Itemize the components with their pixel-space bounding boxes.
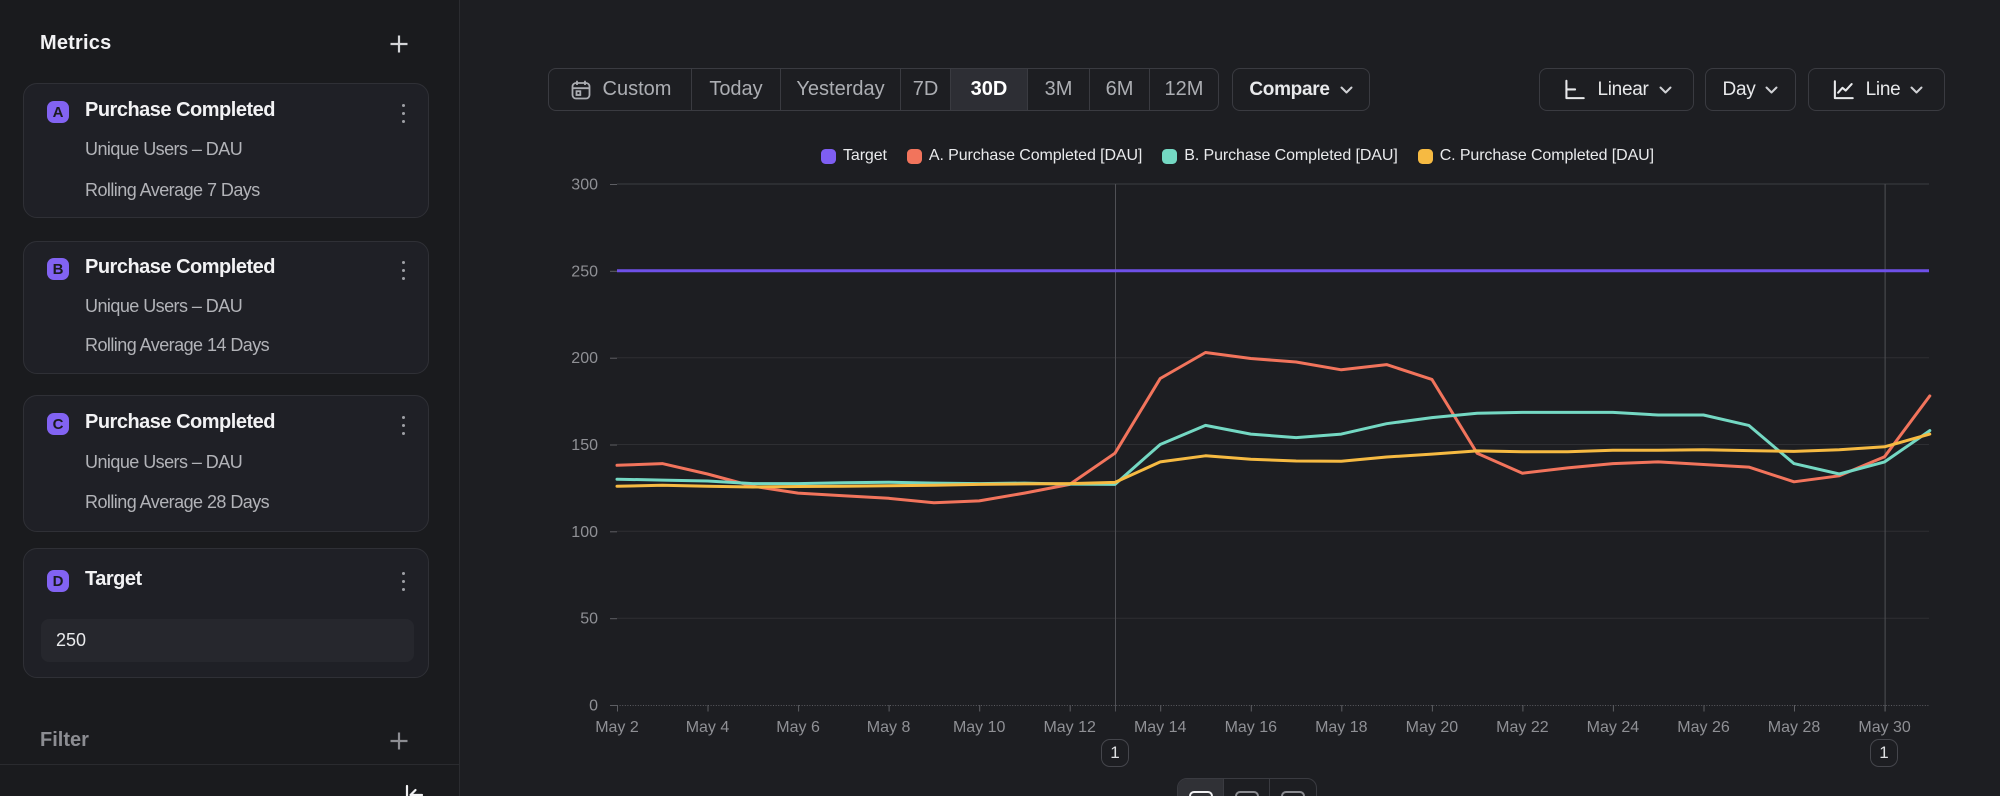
svg-text:100: 100 <box>571 524 598 541</box>
svg-text:May 8: May 8 <box>867 719 911 736</box>
svg-text:May 2: May 2 <box>595 719 639 736</box>
svg-text:May 20: May 20 <box>1406 719 1459 736</box>
svg-text:May 16: May 16 <box>1225 719 1278 736</box>
svg-text:May 30: May 30 <box>1858 719 1911 736</box>
svg-text:200: 200 <box>571 350 598 367</box>
svg-text:50: 50 <box>580 611 598 628</box>
svg-text:May 28: May 28 <box>1768 719 1821 736</box>
svg-text:May 12: May 12 <box>1043 719 1096 736</box>
svg-text:250: 250 <box>571 263 598 280</box>
svg-text:May 18: May 18 <box>1315 719 1368 736</box>
svg-text:300: 300 <box>571 177 598 194</box>
svg-text:May 24: May 24 <box>1587 719 1640 736</box>
svg-text:May 4: May 4 <box>686 719 730 736</box>
svg-text:0: 0 <box>589 698 598 715</box>
svg-text:May 6: May 6 <box>776 719 820 736</box>
svg-text:May 10: May 10 <box>953 719 1006 736</box>
svg-text:May 22: May 22 <box>1496 719 1549 736</box>
svg-text:150: 150 <box>571 437 598 454</box>
svg-text:May 14: May 14 <box>1134 719 1187 736</box>
svg-text:May 26: May 26 <box>1677 719 1730 736</box>
